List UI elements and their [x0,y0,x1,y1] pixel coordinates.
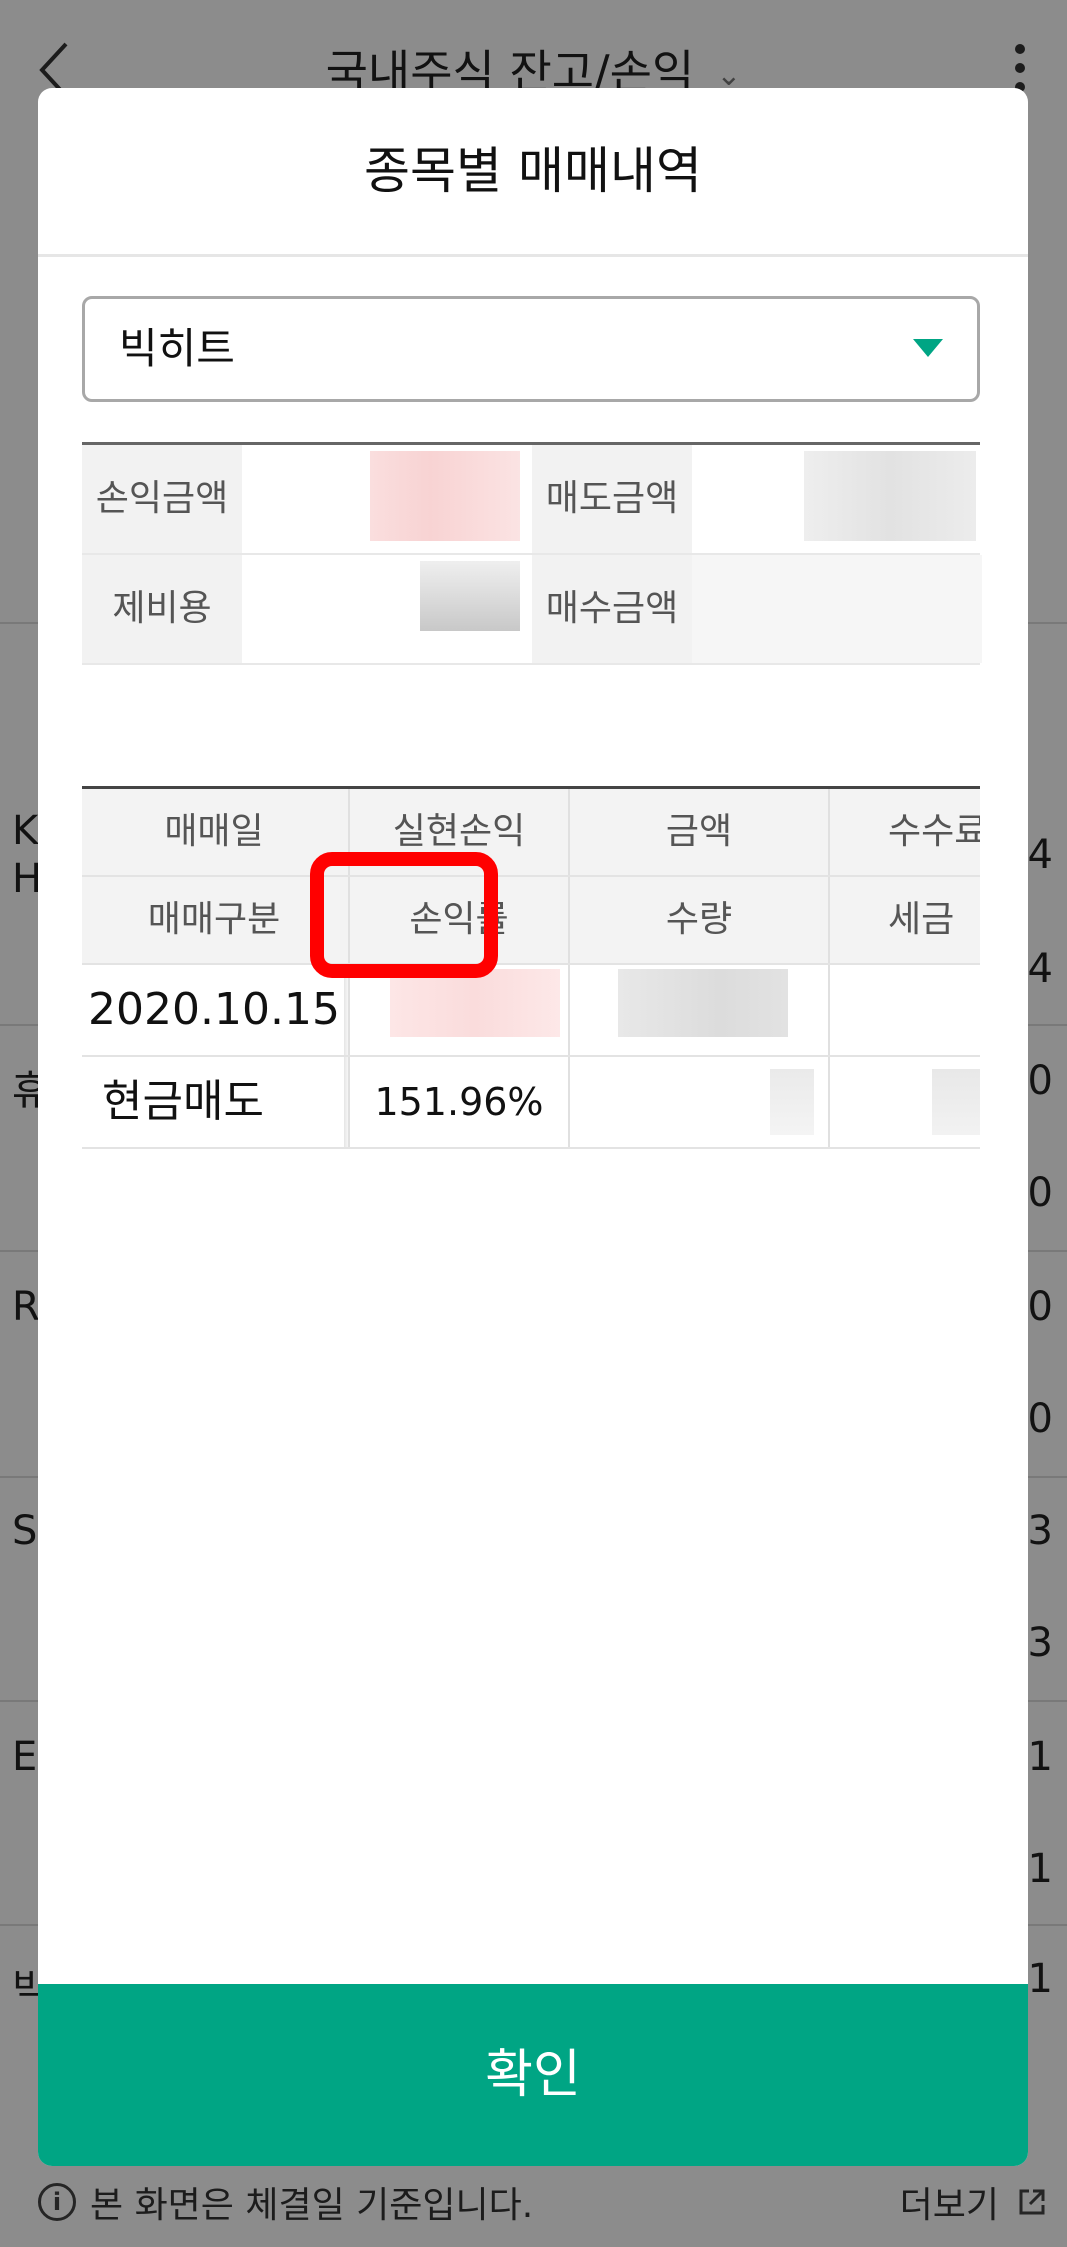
quantity-value [568,1057,828,1147]
return-rate-value: 151.96% [348,1057,568,1147]
trade-date: 2020.10.15 [88,984,340,1035]
summary-row: 손익금액 매도금액 [82,445,982,555]
summary-table: 손익금액 매도금액 제비용 매수금액 [82,442,982,665]
buy-amount-label: 매수금액 [532,555,692,663]
trade-type: 현금매도 [102,1076,264,1127]
masked-value [390,969,560,1037]
col-quantity: 수량 [568,877,828,963]
tax-value [828,1057,980,1147]
col-commission: 수수료 [828,789,980,875]
masked-value [804,451,976,541]
summary-row: 제비용 매수금액 [82,555,982,665]
amount-value [568,965,828,1055]
table-row[interactable]: 현금매도 151.96% [82,1057,980,1149]
buy-amount-value [692,555,982,663]
stock-select-value: 빅히트 [119,324,235,373]
col-trade-type: 매매구분 [147,899,281,940]
modal-title: 종목별 매매내역 [38,88,1028,257]
table-header-row: 매매구분 손익률 수량 세금 [82,877,980,965]
col-tax: 세금 [828,877,980,963]
table-header-row: 매매일 실현손익 금액 수수료 [82,789,980,877]
masked-value [932,1069,980,1135]
sell-amount-value [692,445,982,553]
fee-value [242,555,532,663]
masked-value [770,1069,814,1135]
realized-pl-value [348,965,568,1055]
masked-value [370,451,520,541]
table-row[interactable]: 2020.10.15 [82,965,980,1057]
profit-amount-label: 손익금액 [82,445,242,553]
col-trade-date: 매매일 [164,811,264,852]
col-amount: 금액 [568,789,828,875]
commission-value [828,965,980,1055]
confirm-button[interactable]: 확인 [38,1984,1028,2166]
dropdown-arrow-icon [913,339,943,357]
trade-history-modal: 종목별 매매내역 빅히트 손익금액 매도금액 제비용 매수금액 매매일 실현손익… [38,88,1028,2166]
masked-value [618,969,788,1037]
masked-value [420,561,520,631]
trade-table: 매매일 실현손익 금액 수수료 매매구분 손익률 수량 세금 2020.10.1… [82,786,980,1149]
highlight-box [310,852,498,978]
stock-select[interactable]: 빅히트 [82,296,980,402]
sell-amount-label: 매도금액 [532,445,692,553]
profit-amount-value [242,445,532,553]
fee-label: 제비용 [82,555,242,663]
